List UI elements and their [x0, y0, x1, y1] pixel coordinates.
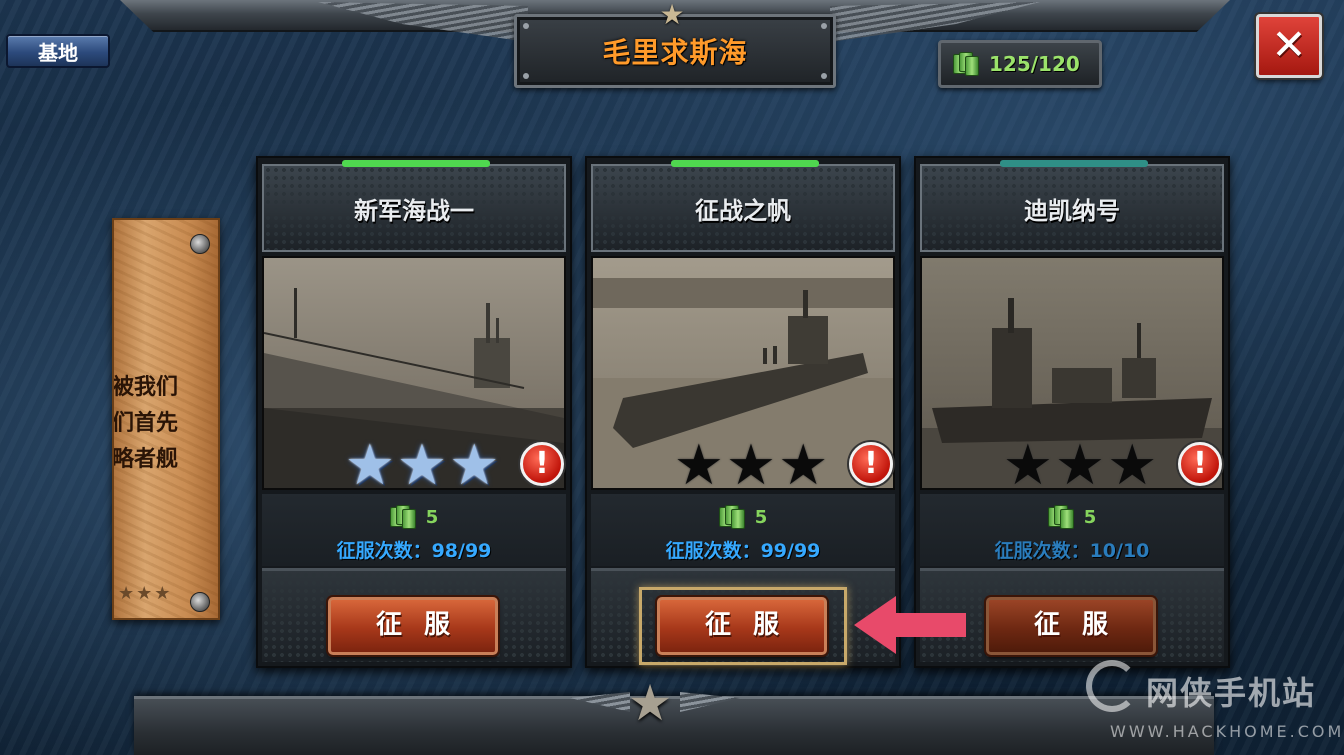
- close-button[interactable]: ✕: [1256, 14, 1322, 78]
- cash-stack-icon: [1047, 505, 1074, 529]
- cost-row: 5: [920, 502, 1224, 532]
- mission-title: 迪凯纳号: [1024, 196, 1120, 225]
- story-text: 经被我们 我们首先 侵略者舰: [112, 370, 210, 478]
- cash-stack-icon: [953, 52, 979, 76]
- star-emblem-icon: ★: [627, 674, 673, 732]
- star-filled-icon: ★: [396, 433, 448, 498]
- mission-card-header: 迪凯纳号: [920, 160, 1224, 252]
- region-title: 毛里求斯海: [602, 36, 748, 69]
- story-line: 我们首先: [112, 411, 179, 436]
- star-filled-icon: ★: [449, 433, 500, 498]
- watermark-name: 网侠手机站: [1146, 674, 1317, 712]
- story-line: 经被我们: [112, 375, 179, 400]
- mission-info: 5 征服次数：98/99: [262, 494, 566, 566]
- mission-info: 5 征服次数：99/99: [591, 494, 895, 566]
- mission-info: 5 征服次数：10/10: [920, 494, 1224, 566]
- resource-value: 125/120: [989, 52, 1080, 76]
- star-empty-icon: ★: [778, 433, 829, 498]
- star-rating: ★ ★ ★: [332, 438, 512, 494]
- alert-icon[interactable]: !: [849, 442, 893, 486]
- mission-card: 迪凯纳号 ★ ★ ★ ! 5 征服次数：10/10 征服: [914, 156, 1230, 668]
- button-area: 征服: [262, 568, 566, 662]
- mission-card-header: 征战之帆: [591, 160, 895, 252]
- header-glow: [342, 160, 490, 167]
- story-line: 侵略者舰: [112, 447, 179, 472]
- close-x-icon: ✕: [1271, 20, 1307, 69]
- star-empty-icon: ★: [673, 433, 724, 498]
- cost-value: 5: [754, 506, 768, 528]
- star-empty-icon: ★: [725, 433, 777, 498]
- cost-value: 5: [1083, 506, 1097, 528]
- header-glow: [671, 160, 819, 167]
- star-rating: ★ ★ ★: [661, 438, 841, 494]
- mission-title: 征战之帆: [695, 196, 791, 225]
- story-scroll[interactable]: 经被我们 我们首先 侵略者舰 ★★★: [112, 218, 220, 620]
- cost-value: 5: [425, 506, 439, 528]
- cost-row: 5: [591, 502, 895, 532]
- base-button[interactable]: 基地: [6, 34, 110, 68]
- conquer-button[interactable]: 征服: [328, 597, 498, 655]
- conquer-button[interactable]: 征服: [657, 597, 827, 655]
- conquer-count: 征服次数：99/99: [665, 540, 821, 562]
- header-glow: [1000, 160, 1148, 167]
- alert-icon[interactable]: !: [520, 442, 564, 486]
- conquer-button[interactable]: 征服: [986, 597, 1156, 655]
- cost-row: 5: [262, 502, 566, 532]
- button-area: 征服: [591, 568, 895, 665]
- star-empty-icon: ★: [1054, 433, 1106, 498]
- star-empty-icon: ★: [1002, 433, 1053, 498]
- alert-icon[interactable]: !: [1178, 442, 1222, 486]
- pointer-arrow-icon: [854, 596, 966, 654]
- watermark-url: WWW.HACKHOME.COM: [1110, 722, 1344, 741]
- cash-stack-icon: [718, 505, 745, 529]
- resource-counter: 125/120: [938, 40, 1102, 88]
- star-emblem-icon: ★: [659, 0, 685, 31]
- star-rating: ★ ★ ★: [990, 438, 1170, 494]
- conquer-count: 征服次数：98/99: [336, 540, 492, 562]
- mission-card: 征战之帆 ★ ★ ★ ! 5 征服次数：99/99 征服: [585, 156, 901, 668]
- star-filled-icon: ★: [344, 433, 395, 498]
- cash-stack-icon: [389, 505, 416, 529]
- rivet-icon: [190, 592, 210, 612]
- rivet-icon: [190, 234, 210, 254]
- conquer-count: 征服次数：10/10: [994, 540, 1150, 562]
- mission-card-header: 新军海战一: [262, 160, 566, 252]
- mission-card: 新军海战一 ★ ★ ★ ! 5 征服次数：98/99 征服: [256, 156, 572, 668]
- watermark-logo-icon: [1086, 660, 1138, 712]
- scroll-stars: ★★★: [118, 583, 173, 604]
- star-empty-icon: ★: [1107, 433, 1158, 498]
- mission-title: 新军海战一: [354, 196, 474, 225]
